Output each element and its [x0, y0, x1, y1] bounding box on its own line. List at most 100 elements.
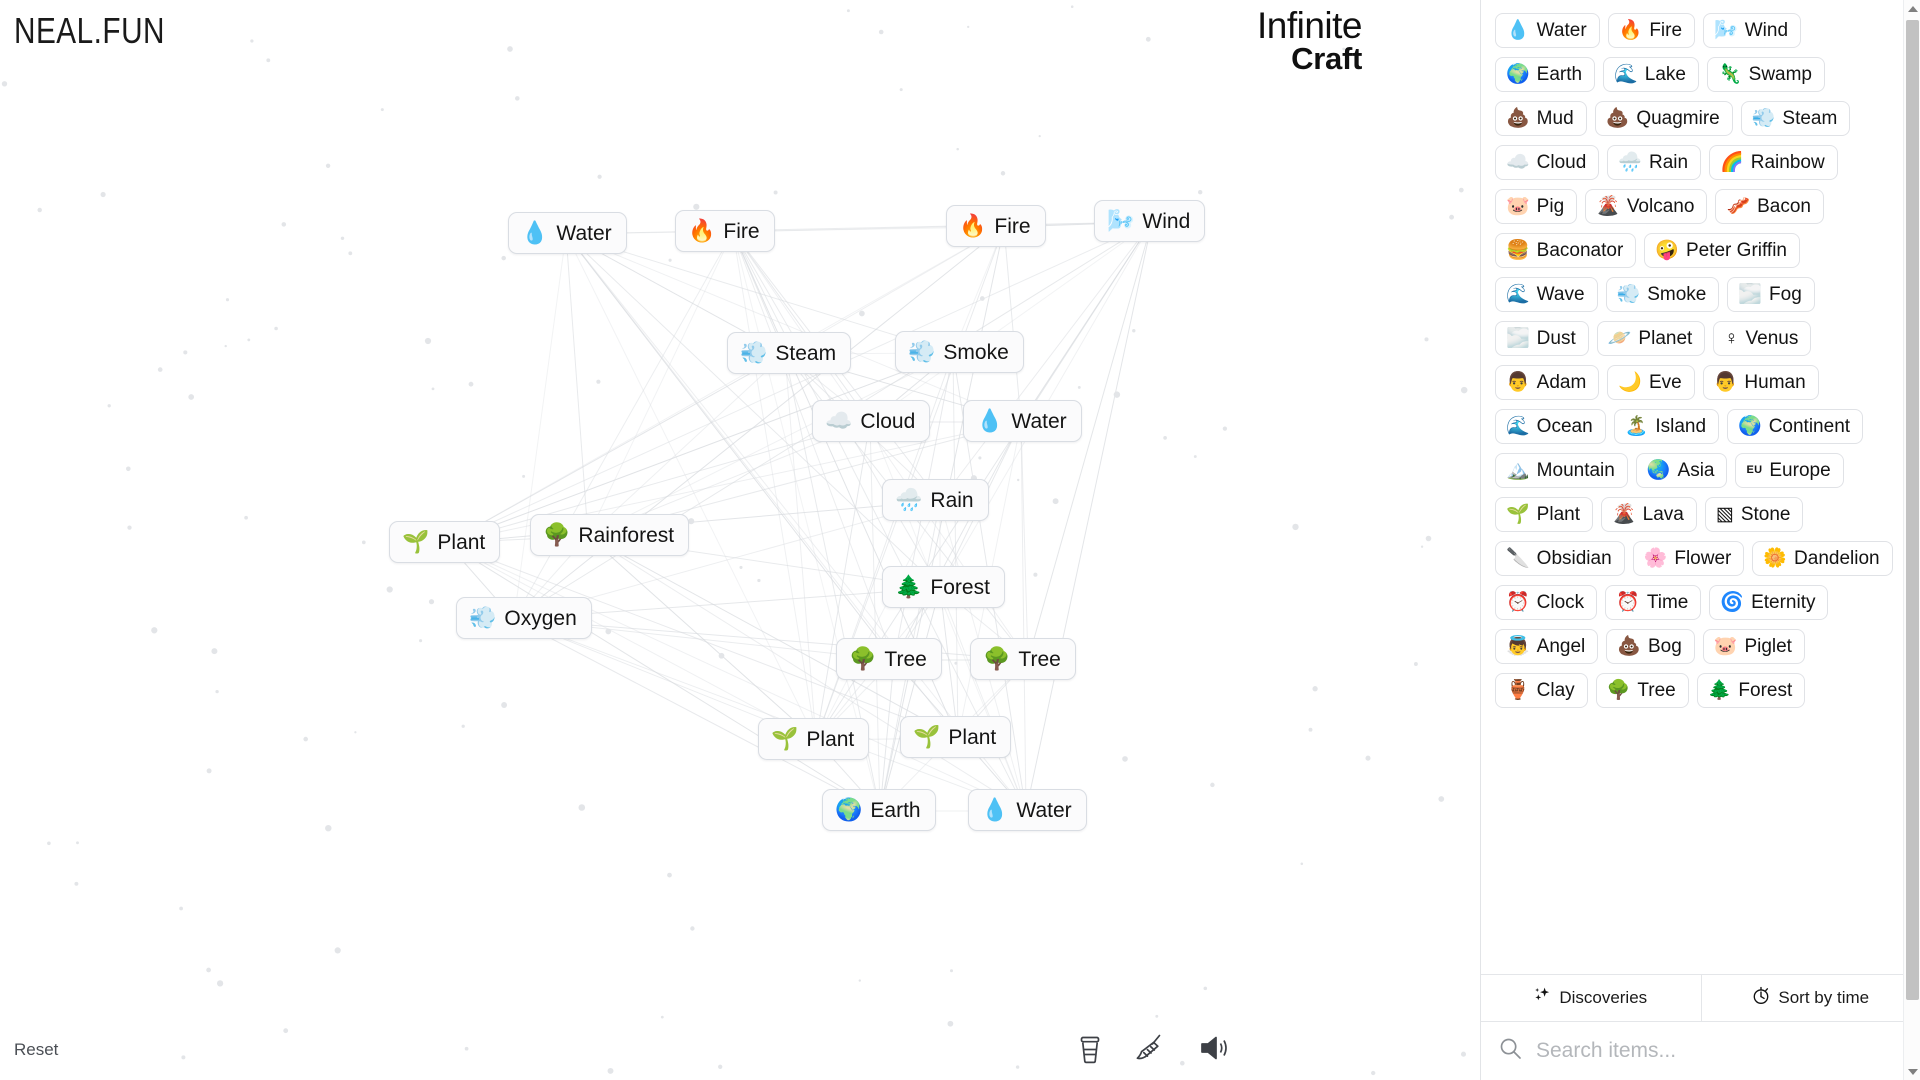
canvas-node-steam[interactable]: 💨 Steam [727, 332, 852, 374]
ocean-icon: 🌊 [1506, 416, 1530, 437]
caret-down-icon [1907, 1068, 1918, 1075]
sidebar-item-island[interactable]: 🏝️ Island [1613, 409, 1720, 444]
reset-button[interactable]: Reset [14, 1040, 58, 1060]
sidebar-item-baconator[interactable]: 🍔 Baconator [1495, 233, 1637, 268]
sidebar-item-smoke[interactable]: 💨 Smoke [1605, 277, 1720, 312]
sidebar-item-eve[interactable]: 🌙 Eve [1607, 365, 1695, 400]
canvas-node-oxygen[interactable]: 💨 Oxygen [456, 597, 592, 639]
canvas-node-plant[interactable]: 🌱 Plant [900, 716, 1012, 758]
items-scroll-pane[interactable]: 💧 Water 🔥 Fire 🌬️ Wind 🌍 Earth 🌊 Lake 🦎 Swamp 💩 Mud 💩 Q… [1481, 0, 1920, 974]
tab-sort-by-time-label: Sort by time [1778, 988, 1870, 1007]
sidebar-item-flower[interactable]: 🌸 Flower [1632, 541, 1745, 576]
sidebar-item-label: Obsidian [1536, 548, 1612, 569]
sidebar-item-forest[interactable]: 🌲 Forest [1696, 673, 1806, 708]
sidebar-item-peter-griffin[interactable]: 🤪 Peter Griffin [1644, 233, 1800, 268]
sidebar-item-time[interactable]: ⏰ Time [1605, 585, 1702, 620]
sidebar-item-fire[interactable]: 🔥 Fire [1607, 13, 1696, 48]
canvas-node-rain[interactable]: 🌧️ Rain [882, 479, 989, 521]
sidebar-item-piglet[interactable]: 🐷 Piglet [1702, 629, 1805, 664]
sidebar-item-stone[interactable]: ▧ Stone [1704, 497, 1804, 532]
sidebar-item-pig[interactable]: 🐷 Pig [1495, 189, 1578, 224]
search-input[interactable] [1534, 1038, 1904, 1064]
sidebar-item-label: Eternity [1751, 592, 1816, 613]
sidebar-item-label: Earth [1536, 64, 1583, 85]
sidebar-item-dust[interactable]: 🌫️ Dust [1495, 321, 1589, 356]
sidebar-item-label: Europe [1769, 460, 1831, 481]
scroll-down-button[interactable] [1904, 1063, 1920, 1080]
tab-sort-by-time[interactable]: Sort by time [1700, 975, 1920, 1021]
sidebar-item-wind[interactable]: 🌬️ Wind [1703, 13, 1802, 48]
canvas-node-fire[interactable]: 🔥 Fire [675, 210, 775, 252]
sidebar-item-obsidian[interactable]: 🔪 Obsidian [1495, 541, 1625, 576]
caret-up-icon [1907, 5, 1918, 12]
sidebar-item-quagmire[interactable]: 💩 Quagmire [1594, 101, 1733, 136]
sidebar-item-asia[interactable]: 🌏 Asia [1635, 453, 1728, 488]
water-icon: 💧 [521, 220, 549, 245]
sidebar-item-dandelion[interactable]: 🌼 Dandelion [1752, 541, 1893, 576]
sidebar-item-planet[interactable]: 🪐 Planet [1596, 321, 1706, 356]
sidebar-item-clay[interactable]: 🏺 Clay [1495, 673, 1588, 708]
sidebar-item-ocean[interactable]: 🌊 Ocean [1495, 409, 1606, 444]
sidebar-item-eternity[interactable]: 🌀 Eternity [1709, 585, 1829, 620]
sidebar-item-lake[interactable]: 🌊 Lake [1603, 57, 1699, 92]
sidebar-item-plant[interactable]: 🌱 Plant [1495, 497, 1593, 532]
sidebar-item-mountain[interactable]: 🏔️ Mountain [1495, 453, 1628, 488]
sidebar-item-label: Ocean [1536, 416, 1593, 437]
broom-icon[interactable] [1134, 1032, 1168, 1064]
canvas-node-cloud[interactable]: ☁️ Cloud [812, 400, 931, 442]
canvas-node-fire[interactable]: 🔥 Fire [946, 205, 1046, 247]
canvas-node-tree[interactable]: 🌳 Tree [836, 638, 942, 680]
speaker-icon[interactable] [1198, 1033, 1232, 1063]
sidebar-item-rain[interactable]: 🌧️ Rain [1607, 145, 1702, 180]
canvas-node-plant[interactable]: 🌱 Plant [758, 718, 870, 760]
scroll-up-button[interactable] [1904, 0, 1920, 17]
canvas-node-label: Wind [1142, 209, 1191, 233]
baconator-icon: 🍔 [1506, 240, 1530, 261]
sidebar-item-label: Steam [1782, 108, 1838, 129]
crafting-canvas[interactable]: NEAL.FUN Infinite Craft 💧 Water 🔥 Fire 🔥 Fire… [0, 0, 1480, 1080]
sidebar-item-tree[interactable]: 🌳 Tree [1595, 673, 1689, 708]
sidebar-item-label: Fire [1649, 20, 1683, 41]
sidebar-item-fog[interactable]: 🌫️ Fog [1727, 277, 1815, 312]
canvas-node-water[interactable]: 💧 Water [963, 400, 1082, 442]
canvas-node-earth[interactable]: 🌍 Earth [822, 789, 936, 831]
sidebar-item-europe[interactable]: EU Europe [1735, 453, 1844, 488]
sidebar-item-earth[interactable]: 🌍 Earth [1495, 57, 1596, 92]
sidebar-item-adam[interactable]: 👨 Adam [1495, 365, 1600, 400]
canvas-node-tree[interactable]: 🌳 Tree [970, 638, 1076, 680]
piglet-icon: 🐷 [1713, 636, 1738, 657]
neal-fun-logo[interactable]: NEAL.FUN [14, 10, 165, 52]
canvas-node-water[interactable]: 💧 Water [508, 212, 627, 254]
canvas-node-smoke[interactable]: 💨 Smoke [895, 331, 1024, 373]
canvas-node-rainforest[interactable]: 🌳 Rainforest [530, 514, 690, 556]
tab-discoveries[interactable]: Discoveries [1481, 975, 1701, 1021]
sidebar-item-cloud[interactable]: ☁️ Cloud [1495, 145, 1600, 180]
sidebar-item-venus[interactable]: ♀ Venus [1713, 321, 1812, 356]
coffee-cup-icon[interactable] [1076, 1032, 1104, 1064]
search-bar[interactable] [1481, 1022, 1920, 1080]
sidebar-item-water[interactable]: 💧 Water [1495, 13, 1600, 48]
scrollbar-thumb[interactable] [1906, 20, 1919, 1000]
sidebar-item-continent[interactable]: 🌍 Continent [1727, 409, 1864, 444]
sidebar-item-rainbow[interactable]: 🌈 Rainbow [1709, 145, 1838, 180]
sidebar-item-angel[interactable]: 👼 Angel [1495, 629, 1599, 664]
sidebar-item-human[interactable]: 👨 Human [1702, 365, 1819, 400]
page-scrollbar[interactable] [1903, 0, 1920, 1080]
sidebar-item-bog[interactable]: 💩 Bog [1606, 629, 1695, 664]
sidebar-item-lava[interactable]: 🌋 Lava [1600, 497, 1697, 532]
sidebar-item-steam[interactable]: 💨 Steam [1740, 101, 1851, 136]
canvas-node-wind[interactable]: 🌬️ Wind [1094, 200, 1206, 242]
sidebar-item-clock[interactable]: ⏰ Clock [1495, 585, 1598, 620]
canvas-node-forest[interactable]: 🌲 Forest [882, 566, 1005, 608]
page-title: Infinite Craft [1257, 7, 1363, 73]
canvas-node-plant[interactable]: 🌱 Plant [389, 521, 501, 563]
tree-icon: 🌳 [849, 646, 877, 671]
sidebar-item-wave[interactable]: 🌊 Wave [1495, 277, 1598, 312]
sidebar-item-swamp[interactable]: 🦎 Swamp [1706, 57, 1825, 92]
sidebar-item-mud[interactable]: 💩 Mud [1495, 101, 1587, 136]
sidebar-item-bacon[interactable]: 🥓 Bacon [1715, 189, 1824, 224]
forest-icon: 🌲 [1707, 680, 1732, 701]
rain-icon: 🌧️ [895, 487, 923, 512]
sidebar-item-volcano[interactable]: 🌋 Volcano [1585, 189, 1708, 224]
canvas-node-water[interactable]: 💧 Water [968, 789, 1087, 831]
